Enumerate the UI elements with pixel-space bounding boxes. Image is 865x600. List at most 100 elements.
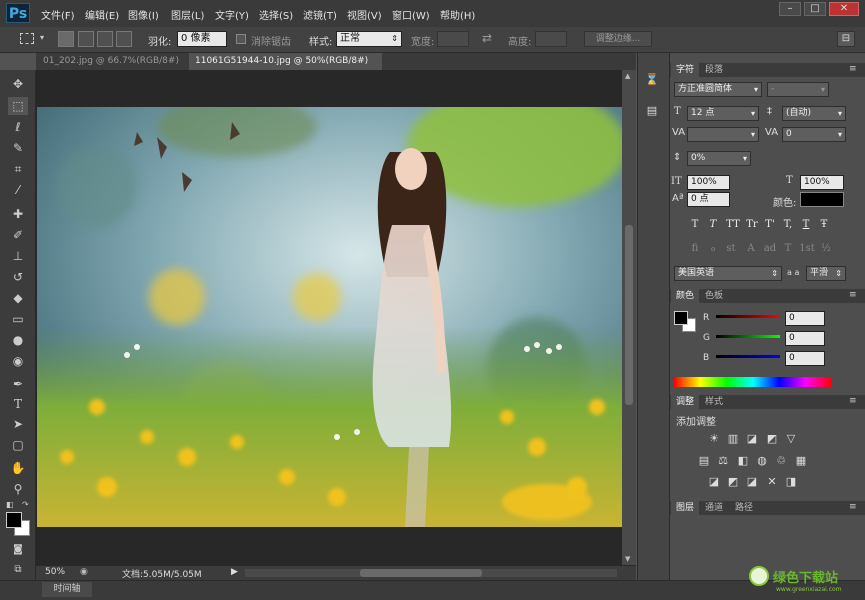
- swash-button[interactable]: A: [744, 242, 758, 256]
- ordinals-button[interactable]: 1st: [799, 242, 815, 256]
- quick-mask-icon[interactable]: ◙: [8, 541, 28, 559]
- blue-slider[interactable]: [716, 355, 780, 358]
- language-select[interactable]: 美国英语 ⇕: [674, 266, 782, 281]
- horizontal-scale-input[interactable]: 100%: [800, 175, 844, 190]
- discretionary-button[interactable]: st: [724, 242, 738, 256]
- zoom-level[interactable]: 50%: [45, 567, 65, 577]
- restore-button[interactable]: □: [804, 2, 826, 16]
- screen-mode-icon[interactable]: ⧉: [8, 561, 28, 579]
- tab-layers[interactable]: 图层: [671, 501, 700, 515]
- kerning-select[interactable]: ▾: [687, 127, 759, 142]
- menu-edit[interactable]: 编辑(E): [85, 7, 119, 22]
- move-tool-icon[interactable]: ✥: [8, 75, 28, 93]
- menu-window[interactable]: 窗口(W): [392, 7, 430, 22]
- tab-styles[interactable]: 样式: [700, 395, 728, 409]
- strikethrough-button[interactable]: Ŧ: [817, 218, 831, 232]
- menu-select[interactable]: 选择(S): [259, 7, 293, 22]
- color-fg-swatch[interactable]: [674, 311, 688, 325]
- menu-filter[interactable]: 滤镜(T): [303, 7, 337, 22]
- contextual-button[interactable]: ℴ: [706, 242, 720, 256]
- menu-image[interactable]: 图像(I): [128, 7, 159, 22]
- marquee-tool-icon[interactable]: [20, 33, 34, 44]
- vertical-scroll-thumb[interactable]: [625, 225, 633, 405]
- feather-input[interactable]: 0 像素: [177, 31, 227, 47]
- menu-help[interactable]: 帮助(H): [440, 7, 475, 22]
- new-selection-icon[interactable]: [58, 31, 74, 47]
- document-image[interactable]: [37, 107, 623, 527]
- font-style-select[interactable]: - ▾: [767, 82, 829, 97]
- eyedropper-tool-icon[interactable]: ⁄: [8, 181, 28, 199]
- small-caps-button[interactable]: Tr: [744, 218, 760, 232]
- foreground-color-swatch[interactable]: [6, 512, 22, 528]
- baseline-shift-input[interactable]: 0 点: [687, 192, 730, 207]
- gradient-map-icon[interactable]: ▽: [784, 433, 798, 445]
- tool-preset-chevron-icon[interactable]: ▾: [40, 33, 44, 42]
- panel-menu-icon[interactable]: ≡: [849, 64, 857, 74]
- quick-select-tool-icon[interactable]: ✎: [8, 139, 28, 157]
- red-input[interactable]: 0: [785, 311, 825, 326]
- selective-color-icon[interactable]: ✕: [765, 476, 779, 488]
- antialias-checkbox[interactable]: [236, 34, 246, 44]
- timeline-tab[interactable]: 时间轴: [42, 582, 92, 597]
- close-button[interactable]: ✕: [829, 2, 859, 16]
- levels-icon[interactable]: ▥: [726, 433, 740, 445]
- titling-button[interactable]: T: [781, 242, 795, 256]
- stylistic-button[interactable]: ad: [763, 242, 777, 256]
- panel-menu-icon[interactable]: ≡: [849, 290, 857, 300]
- width-input[interactable]: [437, 31, 469, 47]
- scroll-up-icon[interactable]: ▲: [625, 72, 630, 80]
- font-size-select[interactable]: 12 点 ▾: [687, 106, 759, 121]
- underline-button[interactable]: T: [799, 218, 813, 232]
- minimize-button[interactable]: –: [779, 2, 801, 16]
- clone-stamp-tool-icon[interactable]: ⊥: [8, 247, 28, 265]
- gradient-tool-icon[interactable]: ▭: [8, 310, 28, 328]
- posterize-icon[interactable]: ◩: [726, 476, 740, 488]
- vertical-scale-input[interactable]: 100%: [687, 175, 730, 190]
- subtract-selection-icon[interactable]: [97, 31, 113, 47]
- path-select-tool-icon[interactable]: ➤: [8, 415, 28, 433]
- tab-swatches[interactable]: 色板: [700, 289, 728, 303]
- dodge-tool-icon[interactable]: ◉: [8, 352, 28, 370]
- tab-paths[interactable]: 路径: [730, 501, 758, 515]
- pen-tool-icon[interactable]: ✒: [8, 375, 28, 393]
- tab-doc-2[interactable]: 11061G51944-10.jpg @ 50%(RGB/8#) ×: [189, 53, 382, 83]
- brightness-icon[interactable]: ☀: [707, 433, 721, 445]
- tab-channels[interactable]: 通道: [700, 501, 728, 515]
- text-color-swatch[interactable]: [800, 192, 844, 207]
- photo-filter-icon[interactable]: ◍: [755, 455, 769, 467]
- refine-edge-button[interactable]: 调整边缘...: [584, 31, 652, 47]
- scroll-down-icon[interactable]: ▼: [625, 555, 630, 563]
- invert-icon[interactable]: ◪: [707, 476, 721, 488]
- status-arrow-icon[interactable]: ▶: [231, 567, 238, 577]
- gradient-fill-icon[interactable]: ◨: [784, 476, 798, 488]
- green-slider[interactable]: [716, 335, 780, 338]
- tracking-select[interactable]: 0 ▾: [782, 127, 846, 142]
- actions-panel-icon[interactable]: ▤: [644, 104, 660, 120]
- vibrance-icon[interactable]: ▤: [697, 455, 711, 467]
- fractions-button[interactable]: ½: [819, 242, 833, 256]
- zoom-tool-icon[interactable]: ⚲: [8, 480, 28, 498]
- balance-icon[interactable]: ⚖: [716, 455, 730, 467]
- superscript-button[interactable]: T': [763, 218, 777, 232]
- exposure-icon[interactable]: ◩: [765, 433, 779, 445]
- menu-layer[interactable]: 图层(L): [171, 7, 204, 22]
- curves-icon[interactable]: ◪: [745, 433, 759, 445]
- font-family-select[interactable]: 方正准圆简体 ▾: [674, 82, 762, 97]
- tab-character[interactable]: 字符: [671, 63, 700, 77]
- hand-tool-icon[interactable]: ✋: [8, 459, 28, 477]
- channel-mixer-icon[interactable]: ♲: [774, 455, 788, 467]
- tab-color[interactable]: 颜色: [671, 289, 700, 303]
- subscript-button[interactable]: T,: [781, 218, 795, 232]
- faux-bold-button[interactable]: T: [688, 218, 702, 232]
- blur-tool-icon[interactable]: ●: [8, 331, 28, 349]
- panel-menu-icon[interactable]: ≡: [849, 396, 857, 406]
- tab-doc-1[interactable]: 01_202.jpg @ 66.7%(RGB/8#) ×: [37, 53, 187, 83]
- black-white-icon[interactable]: ◧: [736, 455, 750, 467]
- intersect-selection-icon[interactable]: [116, 31, 132, 47]
- workspace-icon[interactable]: ⊟: [837, 31, 855, 47]
- panel-menu-icon[interactable]: ≡: [849, 502, 857, 512]
- green-input[interactable]: 0: [785, 331, 825, 346]
- red-slider[interactable]: [716, 315, 780, 318]
- height-input[interactable]: [535, 31, 567, 47]
- tab-adjustments[interactable]: 调整: [671, 395, 700, 409]
